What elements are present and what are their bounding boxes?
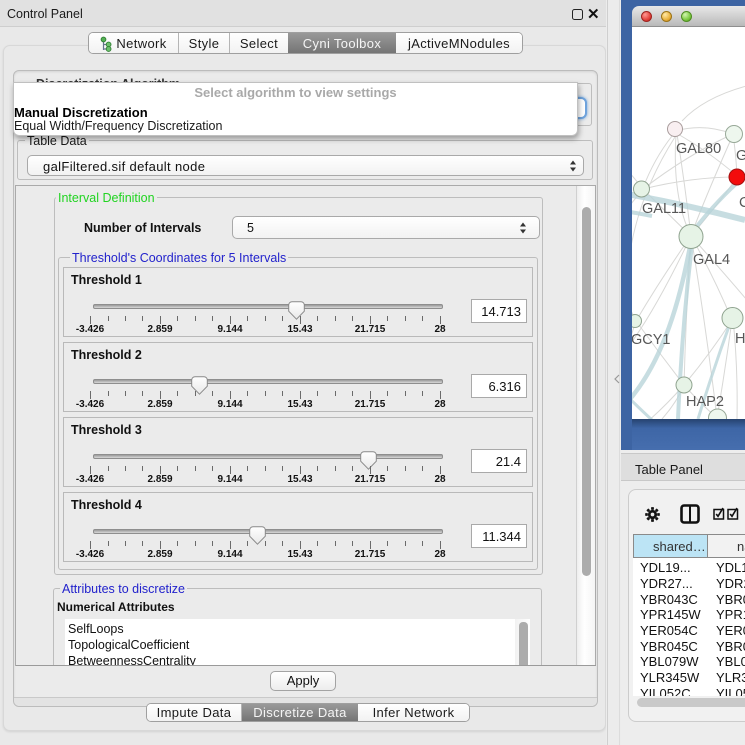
svg-text:GAL80: GAL80	[676, 141, 721, 157]
svg-text:G..: G..	[736, 148, 745, 164]
svg-text:C: C	[739, 195, 745, 211]
svg-text:GAL4: GAL4	[693, 252, 730, 268]
svg-text:HAP2: HAP2	[686, 394, 724, 410]
svg-text:GCY1: GCY1	[632, 332, 671, 348]
svg-text:H: H	[735, 331, 745, 347]
svg-text:GAL11: GAL11	[642, 201, 686, 217]
